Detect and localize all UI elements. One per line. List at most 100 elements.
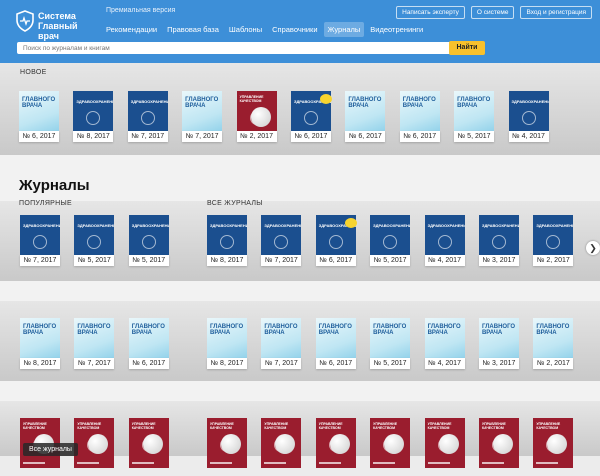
cover-decoration [373,462,396,464]
magazine-cover[interactable]: УПРАВЛЕНИЕ КАЧЕСТВОМ [424,418,465,468]
cover-decoration [329,434,350,454]
magazine-item[interactable]: ГЛАВНОГО ВРАЧА № 6, 2017 [345,91,386,149]
magazine-item[interactable]: ЗДРАВООХРАНЕНИЕ № 8, 2017 [207,215,247,273]
magazine-title: ГЛАВНОГО ВРАЧА [481,324,516,336]
magazine-title: ЗДРАВООХРАНЕНИЕ [264,223,301,228]
magazine-title: ЗДРАВООХРАНЕНИЕ [427,223,465,228]
shelf-gap-1 [0,281,600,301]
shield-pulse-icon [16,10,34,32]
magazine-item[interactable]: ЗДРАВООХРАНЕНИЕ № 8, 2017 [73,91,114,149]
magazine-item[interactable]: ЗДРАВООХРАНЕНИЕ № 4, 2017 [424,215,465,273]
cover-decoration [77,462,100,464]
popular-row-2: ГЛАВНОГО ВРАЧА № 8, 2017 ГЛАВНОГО ВРАЧА № 7… [20,318,183,376]
magazine-item[interactable]: ГЛАВНОГО ВРАЧА № 6, 2017 [399,91,440,149]
magazine-cover[interactable]: УПРАВЛЕНИЕ КАЧЕСТВОМ [74,418,115,468]
magazine-item[interactable]: ГЛАВНОГО ВРАЧА № 6, 2017 [315,318,356,376]
nav-item-3[interactable]: Справочники [268,22,321,37]
issue-number: № 6, 2017 [128,358,169,369]
magazine-cover[interactable]: УПРАВЛЕНИЕ КАЧЕСТВОМ [478,418,519,468]
search-input[interactable] [17,42,479,54]
issue-number: № 8, 2017 [73,131,114,142]
magazine-item[interactable]: УПРАВЛЕНИЕ КАЧЕСТВОМ [315,418,356,476]
nav-item-5[interactable]: Видеотренинги [366,22,427,37]
logo[interactable]: Система Главный врач [16,8,92,41]
magazine-item[interactable]: ГЛАВНОГО ВРАЧА № 7, 2017 [182,91,223,149]
magazine-title: ЗДРАВООХРАНЕНИЕ [536,223,573,228]
magazine-title: ЗДРАВООХРАНЕНИЕ [373,223,410,228]
magazine-item[interactable]: ЗДРАВООХРАНЕНИЕ № 3, 2017 [478,215,519,273]
header-button-1[interactable]: О системе [470,6,515,19]
magazine-item[interactable]: УПРАВЛЕНИЕ КАЧЕСТВОМ № 2, 2017 [236,91,277,149]
magazine-item[interactable]: ЗДРАВООХРАНЕНИЕ№ 6, 2017 [315,215,357,273]
magazine-title: ГЛАВНОГО ВРАЧА [131,324,165,336]
magazine-item[interactable]: ЗДРАВООХРАНЕНИЕ № 4, 2017 [508,91,549,149]
magazine-item[interactable]: УПРАВЛЕНИЕ КАЧЕСТВОМ [478,418,519,476]
magazine-title: УПРАВЛЕНИЕ КАЧЕСТВОМ [23,422,47,430]
issue-number: № 5, 2017 [370,255,411,266]
magazine-title: ГЛАВНОГО ВРАЧА [22,97,56,109]
magazine-item[interactable]: ЗДРАВООХРАНЕНИЕ № 7, 2017 [20,215,60,273]
magazine-item[interactable]: ГЛАВНОГО ВРАЧА № 7, 2017 [261,318,302,376]
magazine-title: ЗДРАВООХРАНЕНИЕ [481,223,519,228]
magazine-item[interactable]: ЗДРАВООХРАНЕНИЕ № 5, 2017 [74,215,115,273]
magazine-item[interactable]: ЗДРАВООХРАНЕНИЕ № 5, 2017 [128,215,169,273]
magazine-item[interactable]: ГЛАВНОГО ВРАЧА № 8, 2017 [20,318,60,376]
new-badge-icon [344,218,357,228]
issue-number: № 8, 2017 [20,358,60,369]
magazine-cover[interactable]: УПРАВЛЕНИЕ КАЧЕСТВОМ [315,418,356,468]
nav-item-2[interactable]: Шаблоны [225,22,266,37]
cover-decoration [274,235,289,249]
magazine-item[interactable]: УПРАВЛЕНИЕ КАЧЕСТВОМ [370,418,411,476]
magazine-item[interactable]: УПРАВЛЕНИЕ КАЧЕСТВОМ [424,418,465,476]
magazine-title: УПРАВЛЕНИЕ КАЧЕСТВОМ [131,422,156,430]
magazine-item[interactable]: УПРАВЛЕНИЕ КАЧЕСТВОМ [74,418,115,476]
magazine-item[interactable]: ГЛАВНОГО ВРАЧА № 8, 2017 [207,318,247,376]
magazine-title: УПРАВЛЕНИЕ КАЧЕСТВОМ [536,422,561,430]
issue-number: № 5, 2017 [128,255,169,266]
search-button[interactable]: Найти [449,41,485,55]
magazine-item[interactable]: ГЛАВНОГО ВРАЧА № 3, 2017 [478,318,519,376]
magazine-item[interactable]: ЗДРАВООХРАНЕНИЕ № 7, 2017 [127,91,168,149]
magazine-item[interactable]: ГЛАВНОГО ВРАЧА № 4, 2017 [424,318,465,376]
magazine-item[interactable]: УПРАВЛЕНИЕ КАЧЕСТВОМ [128,418,169,476]
cover-decoration [33,235,47,249]
issue-number: № 8, 2017 [207,255,247,266]
cover-decoration [438,434,459,454]
cover-decoration [131,462,154,464]
magazine-cover[interactable]: УПРАВЛЕНИЕ КАЧЕСТВОМ [370,418,411,468]
magazine-item[interactable]: ГЛАВНОГО ВРАЧА № 5, 2017 [370,318,411,376]
magazine-cover[interactable]: УПРАВЛЕНИЕ КАЧЕСТВОМ [207,418,247,468]
magazine-item[interactable]: ГЛАВНОГО ВРАЧА № 6, 2017 [128,318,169,376]
nav-item-1[interactable]: Правовая база [163,22,223,37]
magazine-title: ГЛАВНОГО ВРАЧА [185,97,219,109]
magazine-cover[interactable]: УПРАВЛЕНИЕ КАЧЕСТВОМ [261,418,302,468]
magazine-item[interactable]: ЗДРАВООХРАНЕНИЕ№ 6, 2017 [290,91,332,149]
nav-item-0[interactable]: Рекомендации [102,22,161,37]
magazine-title: УПРАВЛЕНИЕ КАЧЕСТВОМ [373,422,398,430]
magazine-title: ГЛАВНОГО ВРАЧА [373,324,407,336]
magazine-item[interactable]: ЗДРАВООХРАНЕНИЕ № 2, 2017 [533,215,574,273]
magazine-title: ЗДРАВООХРАНЕНИЕ [76,99,113,104]
magazine-item[interactable]: УПРАВЛЕНИЕ КАЧЕСТВОМ [207,418,247,476]
magazine-cover[interactable]: УПРАВЛЕНИЕ КАЧЕСТВОМ [128,418,169,468]
all-journals-row-1: ЗДРАВООХРАНЕНИЕ№ 8, 2017ЗДРАВООХРАНЕНИЕ№… [207,215,588,273]
chevron-right-icon[interactable]: ❯ [586,241,600,255]
header-button-0[interactable]: Написать эксперту [396,6,465,19]
magazine-item[interactable]: ГЛАВНОГО ВРАЧА № 7, 2017 [74,318,115,376]
magazine-item[interactable]: ГЛАВНОГО ВРАЧА № 5, 2017 [454,91,495,149]
magazine-item[interactable]: ГЛАВНОГО ВРАЧА № 2, 2017 [533,318,574,376]
magazine-title: УПРАВЛЕНИЕ КАЧЕСТВОМ [77,422,102,430]
issue-number: № 5, 2017 [454,131,495,142]
magazine-item[interactable]: УПРАВЛЕНИЕ КАЧЕСТВОМ [533,418,574,476]
magazine-cover[interactable]: УПРАВЛЕНИЕ КАЧЕСТВОМ [533,418,574,468]
magazine-item[interactable]: ЗДРАВООХРАНЕНИЕ № 5, 2017 [370,215,411,273]
magazine-item[interactable]: УПРАВЛЕНИЕ КАЧЕСТВОМ [261,418,302,476]
header-button-2[interactable]: Вход и регистрация [520,6,592,19]
cover-decoration [546,235,561,249]
issue-number: № 6, 2017 [315,255,356,266]
nav-item-4[interactable]: Журналы [323,22,365,37]
all-journals-button[interactable]: Все журналы [23,443,78,456]
magazine-item[interactable]: ЗДРАВООХРАНЕНИЕ № 7, 2017 [261,215,302,273]
cover-decoration [536,462,559,464]
magazine-item[interactable]: ГЛАВНОГО ВРАЧА № 6, 2017 [19,91,59,149]
